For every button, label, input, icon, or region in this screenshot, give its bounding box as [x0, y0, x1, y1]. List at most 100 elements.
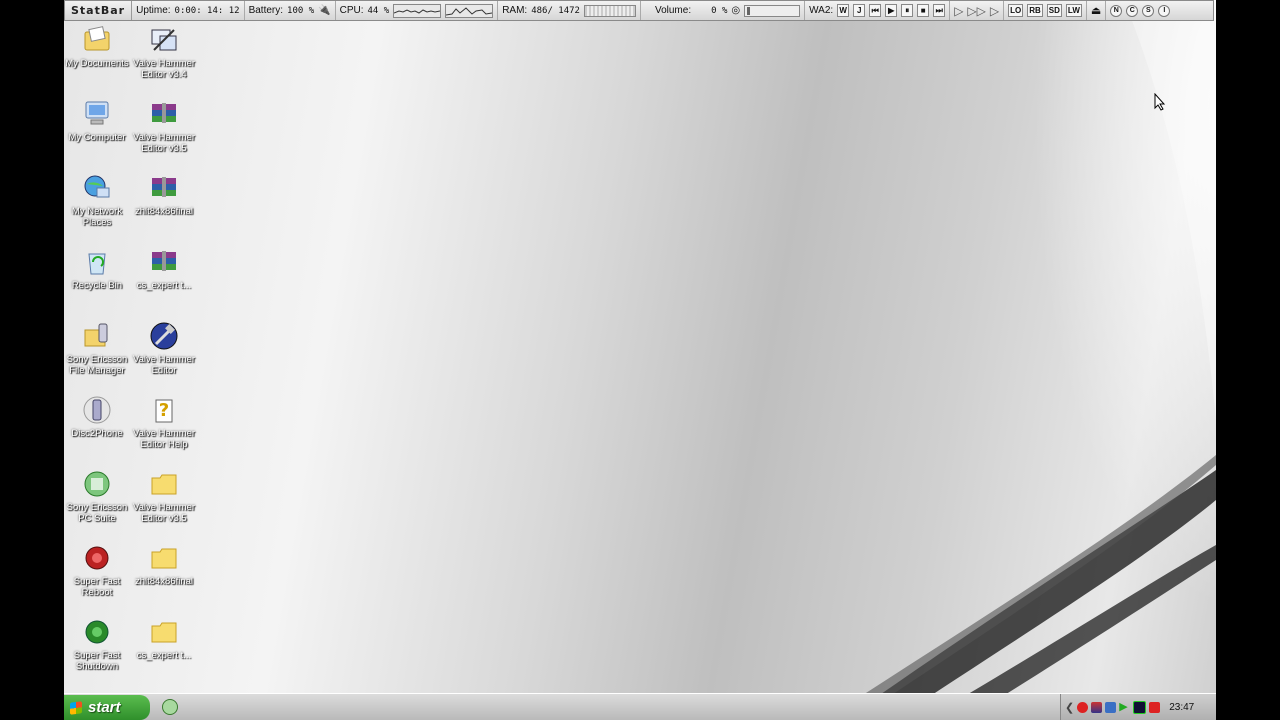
- desktop-icon-label: My Network Places: [71, 206, 123, 228]
- desktop-icon[interactable]: ? Valve Hammer Editor Help: [130, 394, 198, 450]
- ram-value: 486/ 1472: [531, 5, 580, 16]
- desktop-icon[interactable]: Valve Hammer Editor v3.4: [130, 24, 198, 80]
- start-button[interactable]: start: [64, 695, 150, 720]
- disc2phone-icon: [81, 394, 113, 426]
- uptime-segment: Uptime: 0:00: 14: 12: [132, 1, 245, 20]
- wa2-j-button[interactable]: J: [853, 4, 866, 17]
- pause-icon[interactable]: ⏸: [901, 4, 914, 17]
- shutdown-button[interactable]: SD: [1046, 4, 1062, 17]
- ram-segment: RAM: 486/ 1472: [498, 1, 641, 20]
- folder-icon: [148, 468, 180, 500]
- arrow-1-icon[interactable]: ▷: [954, 4, 963, 18]
- logoff-button[interactable]: LO: [1008, 4, 1024, 17]
- volume-slider[interactable]: [744, 4, 801, 17]
- desktop-icon-label: zhlt84x86final: [134, 576, 194, 587]
- desktop-icon[interactable]: cs_expert t...: [130, 616, 198, 661]
- folder-icon: [148, 616, 180, 648]
- cpu-label: CPU:: [339, 5, 364, 16]
- circle-n-button[interactable]: N: [1110, 4, 1123, 17]
- reboot-button[interactable]: RB: [1027, 4, 1043, 17]
- desktop-icon-label: Valve Hammer Editor: [132, 354, 196, 376]
- wa2-w-button[interactable]: W: [837, 4, 850, 17]
- help-icon: ?: [148, 394, 180, 426]
- tray-network-icon[interactable]: [1091, 701, 1103, 713]
- eject-drive-icon[interactable]: ⏏: [1091, 4, 1101, 17]
- rar-archive-icon: [148, 98, 180, 130]
- reboot-icon: [81, 542, 113, 574]
- statbar-brand[interactable]: StatBar: [65, 1, 133, 20]
- desktop-icon[interactable]: zhlt84x86final: [130, 172, 198, 217]
- desktop-icon-label: Disc2Phone: [71, 428, 123, 439]
- clock[interactable]: 23:47: [1169, 702, 1194, 713]
- shutdown-icon: [81, 616, 113, 648]
- tray-lightning-icon[interactable]: [1149, 701, 1161, 713]
- desktop-icon[interactable]: zhlt84x86final: [130, 542, 198, 587]
- desktop-icon-label: Sony Ericsson File Manager: [66, 354, 128, 376]
- desktop-icon[interactable]: Valve Hammer Editor: [130, 320, 198, 376]
- desktop-icon[interactable]: Super Fast Reboot: [63, 542, 131, 598]
- power-buttons-segment: LO RB SD LW: [1004, 1, 1087, 20]
- stop-icon[interactable]: ■: [917, 4, 930, 17]
- uptime-label: Uptime:: [136, 5, 171, 16]
- desktop-icon-label: Valve Hammer Editor v3.5: [132, 502, 196, 524]
- tray-red-circle-icon[interactable]: [1077, 701, 1089, 713]
- circle-i-button[interactable]: I: [1158, 4, 1171, 17]
- svg-text:?: ?: [159, 400, 169, 421]
- desktop-icon-label: My Documents: [65, 58, 129, 69]
- volume-label: Volume:: [654, 5, 692, 16]
- my-computer-icon: [81, 98, 113, 130]
- previous-track-icon[interactable]: ⏮: [869, 4, 882, 17]
- desktop[interactable]: [64, 0, 1216, 720]
- arrow-2-icon[interactable]: ▷▷: [967, 4, 985, 18]
- speaker-icon[interactable]: ◎: [731, 5, 740, 16]
- desktop-icon[interactable]: My Network Places: [63, 172, 131, 228]
- volume-value: 0 %: [711, 5, 728, 16]
- desktop-icon[interactable]: Super Fast Shutdown: [63, 616, 131, 672]
- hammer-icon: [148, 320, 180, 352]
- wa2-label: WA2:: [809, 5, 834, 16]
- next-track-icon[interactable]: ⏭: [933, 4, 946, 17]
- wallpaper-swoosh: [824, 0, 1216, 720]
- desktop-icon-label: Valve Hammer Editor v3.4: [132, 58, 196, 80]
- cpu-value: 44 %: [367, 5, 390, 16]
- circle-c-button[interactable]: C: [1126, 4, 1139, 17]
- tray-graph-icon[interactable]: [1133, 700, 1147, 714]
- tray-play-icon[interactable]: ▶: [1119, 701, 1130, 713]
- desktop-icon[interactable]: My Computer: [63, 98, 131, 143]
- windows-logo-icon: [70, 700, 82, 715]
- desktop-icon[interactable]: Valve Hammer Editor v3.5: [130, 468, 198, 524]
- play-icon[interactable]: ▶: [885, 4, 898, 17]
- desktop-icon-label: Recycle Bin: [71, 280, 123, 291]
- volume-segment: Volume: 0 % ◎: [641, 1, 806, 20]
- hammer-editor-icon: [148, 24, 180, 56]
- rar-archive-icon: [148, 246, 180, 278]
- my-documents-icon: [81, 24, 113, 56]
- tray-flag-icon[interactable]: [1105, 701, 1117, 713]
- ram-meter: [583, 4, 636, 17]
- statbar: StatBar Uptime: 0:00: 14: 12 Battery: 10…: [64, 0, 1214, 21]
- desktop-icon[interactable]: Sony Ericsson File Manager: [63, 320, 131, 376]
- quicklaunch-icon[interactable]: [162, 699, 178, 715]
- taskbar: start ❮ ▶ 23:47: [64, 693, 1216, 720]
- file-manager-icon: [81, 320, 113, 352]
- circle-s-button[interactable]: S: [1142, 4, 1155, 17]
- lock-workstation-button[interactable]: LW: [1065, 4, 1082, 17]
- desktop-icon[interactable]: My Documents: [63, 24, 131, 69]
- desktop-icon-label: Sony Ericsson PC Suite: [66, 502, 128, 524]
- desktop-icon[interactable]: cs_expert t...: [130, 246, 198, 291]
- desktop-icon-label: Valve Hammer Editor v3.5: [132, 132, 196, 154]
- start-label: start: [88, 699, 121, 716]
- desktop-icon-label: My Computer: [68, 132, 126, 143]
- network-places-icon: [81, 172, 113, 204]
- tray-collapse-icon[interactable]: ❮: [1065, 701, 1074, 714]
- play-arrows-segment: ▷ ▷▷ ▷: [950, 1, 1005, 20]
- cpu-graph: [393, 3, 442, 18]
- desktop-icon-label: cs_expert t...: [136, 280, 192, 291]
- desktop-icon[interactable]: Sony Ericsson PC Suite: [63, 468, 131, 524]
- drive-segment: ⏏: [1087, 1, 1107, 20]
- arrow-3-icon[interactable]: ▷: [990, 4, 999, 18]
- desktop-icon[interactable]: Disc2Phone: [63, 394, 131, 439]
- desktop-icon[interactable]: Recycle Bin: [63, 246, 131, 291]
- folder-icon: [148, 542, 180, 574]
- desktop-icon[interactable]: Valve Hammer Editor v3.5: [130, 98, 198, 154]
